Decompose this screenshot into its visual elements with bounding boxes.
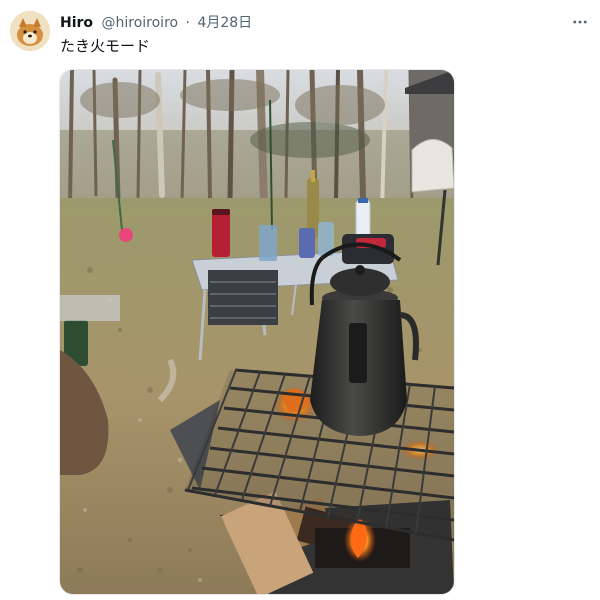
author-handle[interactable]: @hiroiroiro bbox=[102, 15, 179, 31]
more-options-button[interactable] bbox=[568, 12, 592, 32]
author-display-name[interactable]: Hiro bbox=[60, 15, 93, 31]
author-avatar[interactable] bbox=[10, 11, 50, 51]
post-photo[interactable] bbox=[59, 69, 455, 595]
header-separator: · bbox=[185, 15, 190, 31]
more-horizontal-icon bbox=[573, 20, 587, 24]
post-header: Hiro @hiroiroiro · 4月28日 bbox=[60, 13, 252, 33]
campfire-photo bbox=[60, 70, 454, 594]
post-date[interactable]: 4月28日 bbox=[197, 15, 252, 31]
post-card: Hiro @hiroiroiro · 4月28日 たき火モード bbox=[0, 0, 600, 600]
dog-avatar-icon bbox=[10, 11, 50, 51]
post-text: たき火モード bbox=[60, 37, 151, 55]
